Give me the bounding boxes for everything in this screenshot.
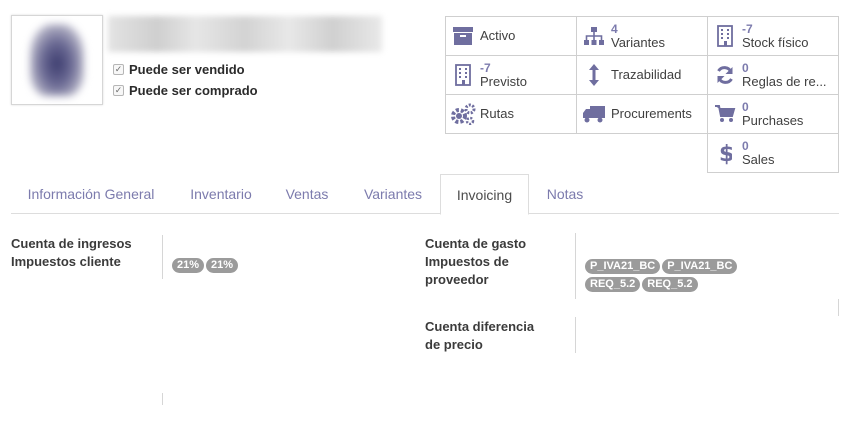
tab-invoicing[interactable]: Invoicing: [440, 174, 529, 215]
activo-label: Activo: [480, 28, 516, 43]
purchases-label: Purchases: [742, 114, 804, 128]
stock-fisico-label: Stock físico: [742, 36, 809, 50]
dollar-icon: $: [708, 141, 742, 165]
previsto-button[interactable]: -7 Previsto: [445, 55, 577, 95]
archive-icon: [446, 26, 480, 46]
tab-variantes[interactable]: Variantes: [351, 174, 435, 214]
svg-text:$: $: [719, 142, 732, 165]
sales-count: 0: [742, 139, 749, 153]
customer-taxes-field[interactable]: 21% 21%: [172, 256, 240, 273]
variantes-count: 4: [611, 22, 618, 36]
smart-buttons: Activo 4 Variantes -7 Stock físico -7 Pr…: [445, 16, 839, 176]
building-icon: [708, 25, 742, 47]
vendor-taxes-label-line2: proveedor: [425, 272, 489, 287]
product-flags: ✓ Puede ser vendido ✓ Puede ser comprado: [113, 59, 258, 101]
purchases-count: 0: [742, 100, 749, 114]
previsto-count: -7: [480, 61, 491, 75]
field-divider: [162, 393, 163, 405]
vendor-taxes-label-line1: Impuestos de: [425, 254, 509, 269]
procurements-button[interactable]: Procurements: [576, 94, 708, 134]
trazabilidad-label: Trazabilidad: [611, 67, 682, 82]
variantes-button[interactable]: 4 Variantes: [576, 16, 708, 56]
tax-tag[interactable]: P_IVA21_BC: [585, 259, 661, 274]
price-difference-label-line1: Cuenta diferencia: [425, 319, 535, 334]
can-be-purchased-label: Puede ser comprado: [129, 83, 258, 98]
activo-button[interactable]: Activo: [445, 16, 577, 56]
expense-account-label: Cuenta de gasto: [425, 236, 527, 251]
building-icon: [446, 64, 480, 86]
tab-ventas[interactable]: Ventas: [273, 174, 341, 214]
sales-label: Sales: [742, 153, 775, 167]
can-be-sold-row[interactable]: ✓ Puede ser vendido: [113, 59, 258, 80]
tax-tag[interactable]: 21%: [172, 258, 205, 273]
cogs-icon: [446, 103, 480, 125]
can-be-sold-label: Puede ser vendido: [129, 62, 245, 77]
price-difference-label-line2: de precio: [425, 337, 483, 352]
truck-icon: [577, 104, 611, 124]
stock-fisico-button[interactable]: -7 Stock físico: [707, 16, 839, 56]
variantes-label: Variantes: [611, 36, 665, 50]
rutas-label: Rutas: [480, 106, 514, 121]
reglas-label: Reglas de re...: [742, 75, 827, 89]
shopping-cart-icon: [708, 104, 742, 124]
product-photo: [30, 24, 84, 96]
sitemap-icon: [577, 26, 611, 46]
vendor-taxes-field[interactable]: P_IVA21_BC P_IVA21_BC REQ_5.2 REQ_5.2: [585, 256, 815, 292]
field-divider: [162, 235, 163, 279]
sales-button[interactable]: $ 0 Sales: [707, 133, 839, 173]
procurements-label: Procurements: [611, 106, 692, 121]
tax-tag[interactable]: P_IVA21_BC: [662, 259, 738, 274]
customer-taxes-label: Impuestos cliente: [11, 254, 121, 269]
reglas-button[interactable]: 0 Reglas de re...: [707, 55, 839, 95]
notebook-tabs: Información General Inventario Ventas Va…: [11, 174, 839, 215]
reglas-count: 0: [742, 61, 749, 75]
tax-tag[interactable]: REQ_5.2: [585, 277, 641, 292]
tax-tag[interactable]: REQ_5.2: [642, 277, 698, 292]
tab-notas[interactable]: Notas: [535, 174, 595, 214]
purchases-button[interactable]: 0 Purchases: [707, 94, 839, 134]
tab-informacion-general[interactable]: Información General: [11, 174, 171, 214]
field-divider: [575, 317, 576, 353]
field-divider: [838, 299, 839, 316]
trazabilidad-button[interactable]: Trazabilidad: [576, 55, 708, 95]
product-name-blurred: [108, 16, 382, 52]
previsto-label: Previsto: [480, 75, 527, 89]
can-be-purchased-checkbox[interactable]: ✓: [113, 85, 124, 96]
tax-tag[interactable]: 21%: [206, 258, 239, 273]
can-be-sold-checkbox[interactable]: ✓: [113, 64, 124, 75]
income-account-label: Cuenta de ingresos: [11, 236, 132, 251]
tab-inventario[interactable]: Inventario: [177, 174, 265, 214]
field-divider: [575, 233, 576, 299]
can-be-purchased-row[interactable]: ✓ Puede ser comprado: [113, 80, 258, 101]
stock-fisico-count: -7: [742, 22, 753, 36]
rutas-button[interactable]: Rutas: [445, 94, 577, 134]
refresh-icon: [708, 65, 742, 85]
product-image[interactable]: [11, 15, 103, 105]
arrows-vertical-icon: [577, 63, 611, 87]
